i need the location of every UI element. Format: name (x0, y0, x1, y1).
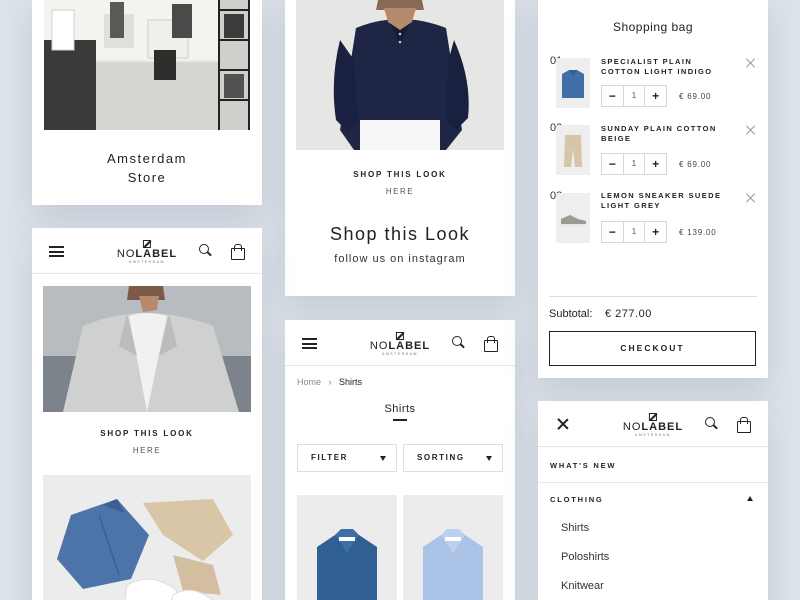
bag-title: Shopping bag (612, 20, 694, 34)
logo-text: NOLABEL (369, 340, 431, 352)
increase-button[interactable]: + (645, 154, 666, 174)
menu-item-clothing[interactable]: CLOTHING (538, 483, 768, 517)
search-icon[interactable] (452, 336, 465, 349)
here-link[interactable]: HERE (285, 187, 515, 196)
remove-item-icon[interactable] (746, 125, 756, 135)
quantity-stepper[interactable]: − 1 + (601, 153, 667, 175)
caret-down-icon (380, 456, 386, 461)
filter-label: FILTER (311, 453, 349, 462)
remove-item-icon[interactable] (746, 58, 756, 68)
title-underline (393, 419, 407, 421)
quantity-value[interactable]: 1 (622, 222, 646, 242)
menu-item-label: WHAT'S NEW (550, 461, 617, 470)
flatlay-photo[interactable] (43, 475, 251, 600)
menu-nav: NOLABEL AMSTERDAM (538, 401, 768, 447)
chino-thumbnail-image (556, 125, 590, 175)
look-card: SHOP THIS LOOK HERE Shop this Look follo… (285, 0, 515, 296)
home-nav: NOLABEL AMSTERDAM (32, 228, 262, 274)
jacket-model-photo[interactable] (43, 286, 251, 412)
menu-item-label: CLOTHING (550, 495, 604, 504)
hamburger-menu-icon[interactable] (302, 338, 317, 349)
item-thumbnail[interactable] (556, 193, 590, 243)
brand-logo[interactable]: NOLABEL AMSTERDAM (117, 240, 177, 265)
quantity-value[interactable]: 1 (622, 86, 646, 106)
quantity-stepper[interactable]: − 1 + (601, 85, 667, 107)
product-tile-denim-shirt[interactable] (297, 495, 397, 600)
model-photo[interactable] (296, 0, 504, 150)
shirts-nav: NOLABEL AMSTERDAM (285, 320, 515, 366)
item-name[interactable]: SUNDAY PLAIN COTTON BEIGE (601, 124, 717, 144)
logo-text: NOLABEL (622, 421, 684, 433)
checkout-button[interactable]: CHECKOUT (549, 331, 756, 366)
close-icon[interactable] (557, 418, 569, 430)
item-name[interactable]: SPECIALIST PLAIN COTTON LIGHT INDIGO (601, 57, 712, 77)
item-price: € 69.00 (679, 160, 712, 169)
breadcrumb-home-link[interactable]: Home (297, 377, 321, 387)
logo-mark-icon (395, 332, 404, 340)
menu-item-whats-new[interactable]: WHAT'S NEW (538, 448, 768, 483)
store-interior-image (44, 0, 250, 130)
home-shop-this-look-link[interactable]: SHOP THIS LOOK (32, 429, 262, 438)
item-price: € 139.00 (679, 228, 717, 237)
sorting-dropdown[interactable]: SORTING (403, 444, 503, 472)
breadcrumb: Home › Shirts (297, 377, 362, 387)
remove-item-icon[interactable] (746, 193, 756, 203)
decrease-button[interactable]: − (602, 154, 623, 174)
logo-subtext: AMSTERDAM (129, 260, 165, 264)
store-card: Amsterdam Store (32, 0, 262, 205)
item-name[interactable]: LEMON SNEAKER SUEDE LIGHT GREY (601, 191, 721, 211)
submenu-item-knitwear[interactable]: Knitwear (561, 580, 604, 592)
submenu-item-poloshirts[interactable]: Poloshirts (561, 551, 609, 563)
search-icon[interactable] (705, 417, 718, 430)
hamburger-menu-icon[interactable] (49, 246, 64, 257)
filter-dropdown[interactable]: FILTER (297, 444, 397, 472)
logo-subtext: AMSTERDAM (635, 433, 671, 437)
logo-subtext: AMSTERDAM (382, 352, 418, 356)
increase-button[interactable]: + (645, 222, 666, 242)
subtotal-label: Subtotal: (549, 308, 593, 320)
bag-divider (549, 296, 757, 297)
increase-button[interactable]: + (645, 86, 666, 106)
shop-this-look-link[interactable]: SHOP THIS LOOK (285, 170, 515, 179)
store-title-line2: Store (127, 170, 167, 185)
brand-logo[interactable]: NOLABEL AMSTERDAM (370, 332, 430, 357)
bag-icon[interactable] (737, 417, 751, 433)
home-here-link[interactable]: HERE (32, 446, 262, 455)
sneaker-thumbnail-image (556, 193, 590, 243)
look-heading: Shop this Look (329, 224, 471, 244)
brand-logo[interactable]: NOLABEL AMSTERDAM (623, 413, 683, 438)
breadcrumb-separator: › (328, 377, 332, 387)
logo-text: NOLABEL (116, 248, 178, 260)
logo-mark-icon (648, 413, 657, 421)
shopping-bag-card: Shopping bag 01 SPECIALIST PLAINCOTTON L… (538, 0, 768, 378)
caret-down-icon (486, 456, 492, 461)
breadcrumb-current: Shirts (339, 377, 363, 387)
product-tile-light-blue-shirt[interactable] (403, 495, 503, 600)
bag-icon[interactable] (484, 336, 498, 352)
subtotal-value: € 277.00 (605, 308, 652, 320)
submenu-item-shirts[interactable]: Shirts (561, 522, 589, 534)
item-thumbnail[interactable] (556, 125, 590, 175)
menu-card: NOLABEL AMSTERDAM WHAT'S NEW CLOTHING Sh… (538, 401, 768, 600)
sorting-label: SORTING (417, 453, 465, 462)
home-card: NOLABEL AMSTERDAM SHOP THIS LOOK HERE (32, 228, 262, 600)
shirts-card: NOLABEL AMSTERDAM Home › Shirts Shirts F… (285, 320, 515, 600)
bag-icon[interactable] (231, 244, 245, 260)
page-title: Shirts (384, 403, 416, 415)
quantity-stepper[interactable]: − 1 + (601, 221, 667, 243)
instagram-text[interactable]: follow us on instagram (285, 253, 515, 265)
shirt-thumbnail-image (556, 58, 590, 108)
decrease-button[interactable]: − (602, 222, 623, 242)
caret-up-icon (747, 496, 753, 501)
decrease-button[interactable]: − (602, 86, 623, 106)
item-thumbnail[interactable] (556, 58, 590, 108)
logo-mark-icon (142, 240, 151, 248)
store-title-line1: Amsterdam (107, 151, 187, 166)
search-icon[interactable] (199, 244, 212, 257)
quantity-value[interactable]: 1 (622, 154, 646, 174)
item-price: € 69.00 (679, 92, 712, 101)
